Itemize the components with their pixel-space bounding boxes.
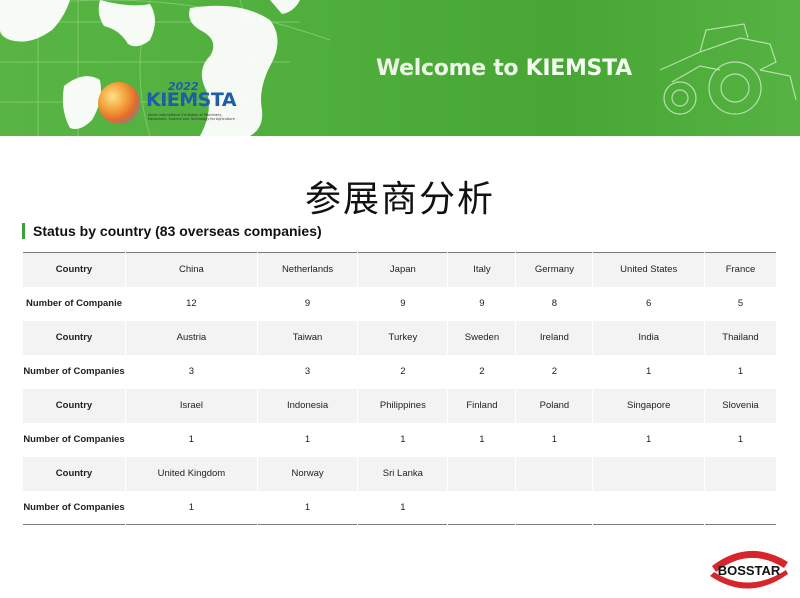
count-cell: 1 xyxy=(357,490,449,525)
country-cell: Germany xyxy=(515,252,594,287)
country-cell: Philippines xyxy=(357,388,449,423)
country-cell: United States xyxy=(592,252,705,287)
count-cell: 8 xyxy=(515,286,594,321)
country-cell: Taiwan xyxy=(256,320,359,355)
count-row: Number of Companie 12 9 9 9 8 6 5 xyxy=(22,286,778,321)
count-cell: 1 xyxy=(256,490,359,525)
country-cell: Sweden xyxy=(447,320,517,355)
country-cell: Netherlands xyxy=(256,252,359,287)
count-cell: 1 xyxy=(447,422,517,457)
row-label: Number of Companies xyxy=(22,422,126,457)
row-label: Number of Companies xyxy=(22,354,126,389)
count-cell: 1 xyxy=(256,422,359,457)
count-cell: 1 xyxy=(703,354,778,389)
country-row: Country Israel Indonesia Philippines Finland… xyxy=(22,388,778,423)
country-cell: Japan xyxy=(357,252,449,287)
count-cell: 3 xyxy=(125,354,258,389)
count-cell: 1 xyxy=(125,490,258,525)
country-cell xyxy=(592,456,705,491)
country-cell: Austria xyxy=(125,320,258,355)
page-title: 参展商分析 xyxy=(304,179,495,220)
country-cell: Finland xyxy=(447,388,517,423)
count-cell: 1 xyxy=(592,422,705,457)
count-cell xyxy=(515,490,594,525)
country-cell: Slovenia xyxy=(703,388,778,423)
country-cell: Norway xyxy=(256,456,359,491)
section-header: Status by country (83 overseas companies… xyxy=(22,222,322,240)
count-cell: 5 xyxy=(703,286,778,321)
row-label: Country xyxy=(22,320,126,355)
country-cell xyxy=(447,456,517,491)
row-label: Country xyxy=(22,388,126,423)
count-cell xyxy=(447,490,517,525)
row-label: Country xyxy=(22,456,126,491)
count-cell: 9 xyxy=(447,286,517,321)
country-cell: Israel xyxy=(125,388,258,423)
count-cell: 1 xyxy=(592,354,705,389)
country-row: Country Austria Taiwan Turkey Sweden Ireland I… xyxy=(22,320,778,355)
logo-subtitle: Korea International Exhibition of Machin… xyxy=(148,113,235,121)
country-cell: France xyxy=(703,252,778,287)
count-cell: 6 xyxy=(592,286,705,321)
country-status-table: Country China Netherlands Japan Italy Germany… xyxy=(22,252,778,525)
count-cell: 2 xyxy=(447,354,517,389)
count-cell: 2 xyxy=(357,354,449,389)
count-cell xyxy=(592,490,705,525)
count-cell: 9 xyxy=(256,286,359,321)
count-cell: 1 xyxy=(357,422,449,457)
count-cell: 1 xyxy=(703,422,778,457)
row-label: Number of Companies xyxy=(22,490,126,525)
country-cell: Italy xyxy=(447,252,517,287)
bosstar-logo-text: BOSSTAR xyxy=(718,563,781,578)
count-row: Number of Companies 1 1 1 1 1 1 1 xyxy=(22,422,778,457)
country-cell: Indonesia xyxy=(256,388,359,423)
count-cell xyxy=(703,490,778,525)
row-label: Number of Companie xyxy=(22,286,126,321)
count-cell: 12 xyxy=(125,286,258,321)
bosstar-logo: BOSSTAR xyxy=(710,550,788,589)
count-row: Number of Companies 3 3 2 2 2 1 1 xyxy=(22,354,778,389)
count-cell: 1 xyxy=(125,422,258,457)
country-cell xyxy=(515,456,594,491)
welcome-lead: Welcome to xyxy=(376,56,526,81)
country-row: Country China Netherlands Japan Italy Germany… xyxy=(22,252,778,287)
logo-name: KIEMSTA xyxy=(146,89,237,111)
kiemsta-logo: 2022 KIEMSTA Korea International Exhibit… xyxy=(98,80,238,126)
welcome-heading: Welcome to KIEMSTA xyxy=(376,56,632,81)
count-cell: 2 xyxy=(515,354,594,389)
count-cell: 3 xyxy=(256,354,359,389)
country-cell: Turkey xyxy=(357,320,449,355)
row-label: Country xyxy=(22,252,126,287)
section-accent-bar xyxy=(22,223,25,239)
header-banner: 2022 KIEMSTA Korea International Exhibit… xyxy=(0,0,800,136)
country-cell: China xyxy=(125,252,258,287)
country-cell: Thailand xyxy=(703,320,778,355)
country-cell: Singapore xyxy=(592,388,705,423)
section-title: Status by country (83 overseas companies… xyxy=(33,223,322,239)
country-cell: Poland xyxy=(515,388,594,423)
country-cell: Ireland xyxy=(515,320,594,355)
welcome-brand: KIEMSTA xyxy=(525,56,633,81)
country-cell: United Kingdom xyxy=(125,456,258,491)
country-cell: India xyxy=(592,320,705,355)
count-row: Number of Companies 1 1 1 xyxy=(22,490,778,525)
country-cell: Sri Lanka xyxy=(357,456,449,491)
country-row: Country United Kingdom Norway Sri Lanka xyxy=(22,456,778,491)
kiemsta-emblem-icon xyxy=(98,82,140,124)
country-cell xyxy=(703,456,778,491)
count-cell: 9 xyxy=(357,286,449,321)
count-cell: 1 xyxy=(515,422,594,457)
